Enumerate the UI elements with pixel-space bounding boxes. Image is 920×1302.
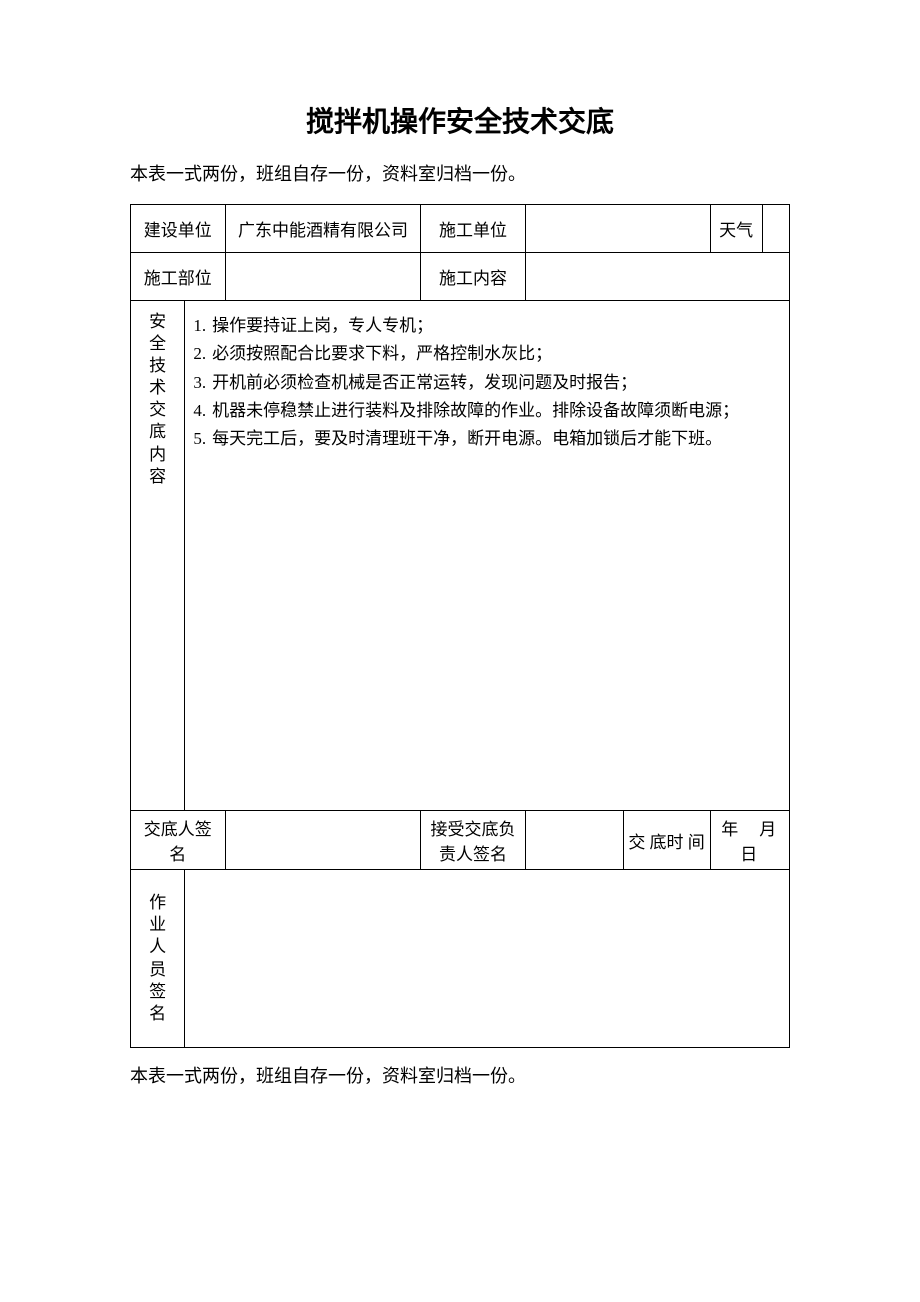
disclose-time-label: 交 底时 间 — [623, 811, 710, 870]
content-item: 4. 机器未停稳禁止进行装料及排除故障的作业。排除设备故障须断电源； — [193, 398, 781, 424]
worker-sign-value — [185, 870, 790, 1048]
header-row-2: 施工部位 施工内容 — [131, 253, 790, 301]
worker-sign-label: 作业人员签名 — [131, 870, 185, 1048]
construction-unit-value — [525, 205, 710, 253]
build-unit-label: 建设单位 — [131, 205, 226, 253]
item-number: 4. — [193, 401, 206, 420]
disclose-person-label: 交底人签 名 — [131, 811, 226, 870]
weather-label: 天气 — [710, 205, 762, 253]
item-number: 1. — [193, 316, 206, 335]
item-number: 5. — [193, 429, 206, 448]
note-top: 本表一式两份，班组自存一份，资料室归档一份。 — [130, 160, 790, 186]
item-text: 每天完工后，要及时清理班干净，断开电源。电箱加锁后才能下班。 — [212, 429, 722, 448]
construction-content-label: 施工内容 — [421, 253, 525, 301]
document-title: 搅拌机操作安全技术交底 — [130, 100, 790, 140]
content-list: 1. 操作要持证上岗，专人专机； 2. 必须按照配合比要求下料，严格控制水灰比； 3. 开… — [193, 313, 781, 453]
item-number: 3. — [193, 373, 206, 392]
content-item: 3. 开机前必须检查机械是否正常运转，发现问题及时报告； — [193, 370, 781, 396]
note-bottom: 本表一式两份，班组自存一份，资料室归档一份。 — [130, 1062, 790, 1088]
worker-sign-row: 作业人员签名 — [131, 870, 790, 1048]
content-label: 安全技术交底内容 — [131, 301, 185, 811]
signature-row: 交底人签 名 接受交底负责人签名 交 底时 间 年 月 日 — [131, 811, 790, 870]
content-row: 安全技术交底内容 1. 操作要持证上岗，专人专机； 2. 必须按照配合比要求下料，严格… — [131, 301, 790, 811]
header-row-1: 建设单位 广东中能酒精有限公司 施工单位 天气 — [131, 205, 790, 253]
item-text: 操作要持证上岗，专人专机； — [212, 316, 433, 335]
item-text: 开机前必须检查机械是否正常运转，发现问题及时报告； — [212, 373, 637, 392]
construction-part-value — [225, 253, 421, 301]
item-text: 必须按照配合比要求下料，严格控制水灰比； — [212, 344, 552, 363]
construction-content-value — [525, 253, 789, 301]
item-number: 2. — [193, 344, 206, 363]
weather-value — [762, 205, 789, 253]
disclose-time-value: 年 月 日 — [710, 811, 789, 870]
content-body: 1. 操作要持证上岗，专人专机； 2. 必须按照配合比要求下料，严格控制水灰比； 3. 开… — [185, 301, 790, 811]
form-table: 建设单位 广东中能酒精有限公司 施工单位 天气 施工部位 施工内容 安全技术交底… — [130, 204, 790, 1048]
accept-person-value — [525, 811, 623, 870]
build-unit-value: 广东中能酒精有限公司 — [225, 205, 421, 253]
disclose-person-value — [225, 811, 421, 870]
item-text: 机器未停稳禁止进行装料及排除故障的作业。排除设备故障须断电源； — [212, 401, 739, 420]
content-item: 2. 必须按照配合比要求下料，严格控制水灰比； — [193, 341, 781, 367]
content-item: 1. 操作要持证上岗，专人专机； — [193, 313, 781, 339]
accept-person-label: 接受交底负责人签名 — [421, 811, 525, 870]
construction-unit-label: 施工单位 — [421, 205, 525, 253]
construction-part-label: 施工部位 — [131, 253, 226, 301]
content-item: 5. 每天完工后，要及时清理班干净，断开电源。电箱加锁后才能下班。 — [193, 426, 781, 452]
